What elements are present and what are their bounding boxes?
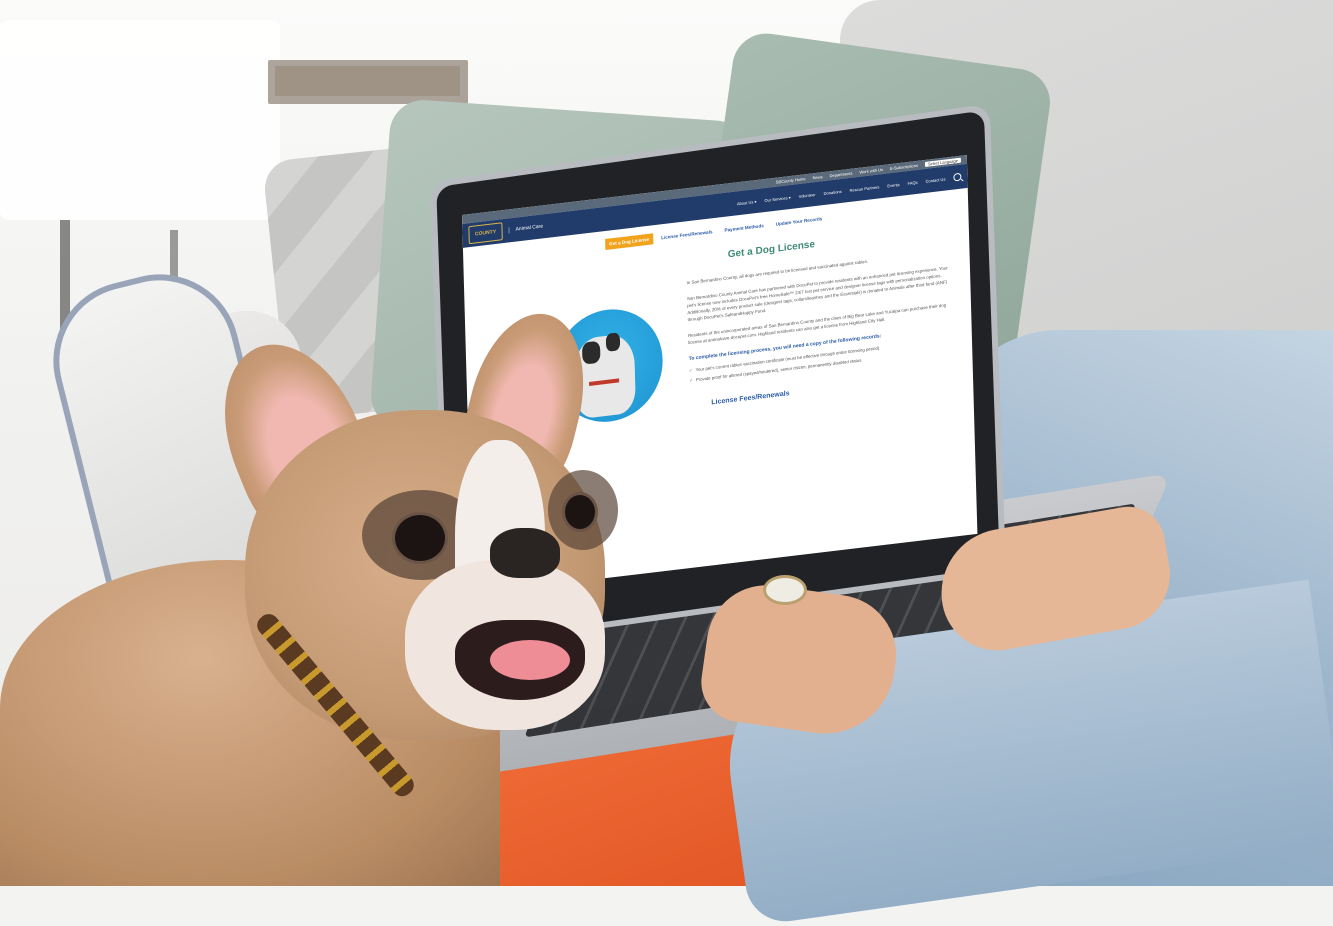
nav-item-donations[interactable]: Donations [824, 188, 842, 195]
text-column: In San Bernardino County, all dogs are r… [686, 248, 950, 384]
nav-item-services[interactable]: Our Services ▾ [764, 194, 790, 202]
nav-item-events[interactable]: Events [887, 181, 899, 187]
bulldog-nose [490, 528, 560, 578]
ring [763, 575, 807, 605]
nav-item-contact[interactable]: Contact Us [926, 176, 946, 183]
search-icon[interactable] [953, 172, 962, 182]
tab-payment[interactable]: Payment Methods [720, 220, 768, 237]
background-shelf-inner [275, 66, 460, 96]
nav-item-volunteer[interactable]: Volunteer [799, 191, 816, 198]
background-table [0, 20, 280, 220]
bulldog-eye [562, 492, 598, 532]
site-name[interactable]: Animal Care [508, 223, 544, 234]
tab-get-license[interactable]: Get a Dog License [604, 233, 654, 250]
bulldog-eye [392, 512, 448, 564]
utility-link[interactable]: News [812, 174, 822, 180]
tab-fees[interactable]: License Fees/Renewals [657, 226, 717, 244]
dog-spot [605, 332, 621, 352]
logo-text: COUNTY [474, 228, 497, 238]
check-icon: ✓ [689, 377, 693, 384]
bulldog-tongue [490, 640, 570, 680]
nav-item-about[interactable]: About Us ▾ [737, 198, 757, 205]
nav-item-faqs[interactable]: FAQs [908, 179, 918, 185]
county-logo[interactable]: COUNTY [468, 222, 503, 245]
tab-update-records[interactable]: Update Your Records [772, 213, 827, 230]
check-icon: ✓ [688, 367, 693, 374]
nav-item-rescue[interactable]: Rescue Partners [850, 184, 880, 193]
